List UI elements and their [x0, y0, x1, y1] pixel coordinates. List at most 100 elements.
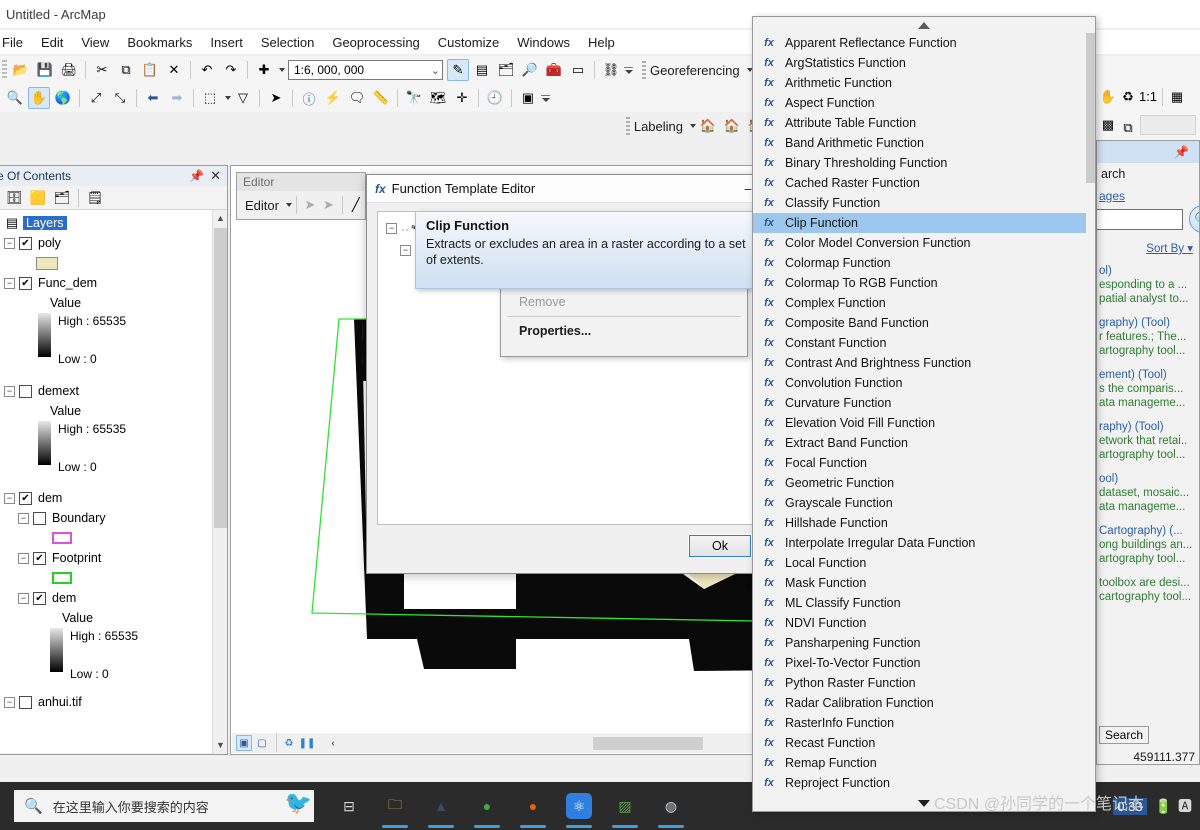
- collapse-icon[interactable]: −: [4, 277, 15, 289]
- arcmap-icon[interactable]: ▨: [602, 782, 648, 830]
- function-item-pixel-to-vector-function[interactable]: fx Pixel-To-Vector Function: [753, 653, 1095, 673]
- search-result-title[interactable]: ool): [1099, 472, 1197, 486]
- toc-sublayer-boundary[interactable]: − Boundary: [0, 508, 227, 528]
- function-item-ml-classify-function[interactable]: fx ML Classify Function: [753, 593, 1095, 613]
- search-result-item[interactable]: raphy) (Tool) etwork that retai.. artograp…: [1097, 415, 1199, 467]
- function-item-convolution-function[interactable]: fx Convolution Function: [753, 373, 1095, 393]
- toc-tree[interactable]: ▤ Layers − ✔ poly − ✔ Func_dem Value Hig…: [0, 210, 227, 753]
- collapse-icon[interactable]: −: [4, 237, 15, 249]
- layout-view-icon[interactable]: ▢: [254, 735, 270, 751]
- ok-button[interactable]: Ok: [688, 534, 752, 558]
- go-next-extent-icon[interactable]: ➡: [166, 87, 188, 109]
- fixed-zoom-out-icon[interactable]: ⤡: [109, 87, 131, 109]
- cat-app-icon[interactable]: ▲: [418, 782, 464, 830]
- function-item-extract-band-function[interactable]: fx Extract Band Function: [753, 433, 1095, 453]
- firefox-icon[interactable]: ●: [510, 782, 556, 830]
- search-result-item[interactable]: ol) esponding to a ... patial analyst to..…: [1097, 259, 1199, 311]
- create-viewer-icon[interactable]: ▣: [517, 87, 539, 109]
- hyperlink-icon[interactable]: ⚡: [322, 87, 344, 109]
- function-item-rasterinfo-function[interactable]: fx RasterInfo Function: [753, 713, 1095, 733]
- search-result-title[interactable]: graphy) (Tool): [1099, 316, 1197, 330]
- function-item-apparent-reflectance-function[interactable]: fx Apparent Reflectance Function: [753, 33, 1095, 53]
- function-item-cached-raster-function[interactable]: fx Cached Raster Function: [753, 173, 1095, 193]
- function-item-hillshade-function[interactable]: fx Hillshade Function: [753, 513, 1095, 533]
- scrollbar-thumb[interactable]: [214, 228, 227, 528]
- copy-icon[interactable]: ⧉: [115, 59, 137, 81]
- search-tab[interactable]: Search: [1099, 726, 1150, 744]
- function-item-contrast-and-brightness-function[interactable]: fx Contrast And Brightness Function: [753, 353, 1095, 373]
- pin-icon[interactable]: 📌: [1174, 145, 1189, 159]
- select-features-dropdown-icon[interactable]: [225, 96, 231, 100]
- collapse-icon[interactable]: −: [18, 552, 29, 564]
- sort-by-control[interactable]: Sort By ▾: [1146, 241, 1193, 255]
- search-window-icon[interactable]: 🔎: [519, 59, 541, 81]
- print-icon[interactable]: 🖨: [58, 59, 80, 81]
- menu-item-properties[interactable]: Properties...: [501, 320, 747, 342]
- select-features-icon[interactable]: ⬚: [199, 87, 221, 109]
- function-item-elevation-void-fill-function[interactable]: fx Elevation Void Fill Function: [753, 413, 1095, 433]
- task-view-icon[interactable]: ⊟: [326, 782, 372, 830]
- fixed-zoom-in-icon[interactable]: ⤢: [85, 87, 107, 109]
- search-results-list[interactable]: ol) esponding to a ... patial analyst to..…: [1097, 259, 1199, 720]
- redo-icon[interactable]: ↷: [220, 59, 242, 81]
- menu-item-selection[interactable]: Selection: [252, 33, 323, 52]
- paste-icon[interactable]: 📋: [139, 59, 161, 81]
- find-route-icon[interactable]: 🗺: [427, 87, 449, 109]
- arccatalog-icon[interactable]: ◍: [648, 782, 694, 830]
- one-to-one-icon[interactable]: 1:1: [1139, 87, 1157, 107]
- function-item-interpolate-irregular-data-function[interactable]: fx Interpolate Irregular Data Function: [753, 533, 1095, 553]
- function-item-ndvi-function[interactable]: fx NDVI Function: [753, 613, 1095, 633]
- python-window-icon[interactable]: ▭: [567, 59, 589, 81]
- menu-item-file[interactable]: File: [0, 33, 32, 52]
- save-icon[interactable]: 💾: [34, 59, 56, 81]
- time-slider-icon[interactable]: 🕘: [484, 87, 506, 109]
- pan-icon[interactable]: ✋: [1099, 87, 1117, 107]
- go-back-extent-icon[interactable]: ⬅: [142, 87, 164, 109]
- data-view-icon[interactable]: ▣: [236, 735, 252, 751]
- search-input[interactable]: [1097, 209, 1183, 230]
- catalog-icon[interactable]: 🗂: [495, 59, 517, 81]
- layer-visibility-checkbox[interactable]: ✔: [19, 491, 32, 505]
- collapse-icon[interactable]: −: [400, 245, 411, 256]
- labeling-menu-label[interactable]: Labeling: [630, 119, 687, 134]
- ximalaya-icon[interactable]: ⚛: [556, 782, 602, 830]
- search-result-item[interactable]: Cartography) (... ong buildings an... arto…: [1097, 519, 1199, 571]
- menu-item-windows[interactable]: Windows: [508, 33, 579, 52]
- function-item-grayscale-function[interactable]: fx Grayscale Function: [753, 493, 1095, 513]
- menu-item-insert[interactable]: Insert: [201, 33, 252, 52]
- list-by-selection-icon[interactable]: 🗒: [84, 187, 106, 209]
- function-item-classify-function[interactable]: fx Classify Function: [753, 193, 1095, 213]
- layer-visibility-checkbox[interactable]: ✔: [33, 591, 46, 605]
- search-result-title[interactable]: raphy) (Tool): [1099, 420, 1197, 434]
- toc-layer-demext[interactable]: − demext: [0, 381, 227, 401]
- search-result-item[interactable]: ement) (Tool) s the comparis... ata manage…: [1097, 363, 1199, 415]
- toc-layer-poly[interactable]: − ✔ poly: [0, 233, 227, 253]
- layer-visibility-checkbox[interactable]: ✔: [19, 276, 32, 290]
- open-icon[interactable]: 📂: [10, 59, 32, 81]
- scroll-down-icon[interactable]: ▼: [213, 737, 227, 753]
- tray-icon-1[interactable]: 🔋: [1155, 798, 1172, 815]
- layer-visibility-checkbox[interactable]: ✔: [19, 236, 32, 250]
- search-result-title[interactable]: ement) (Tool): [1099, 368, 1197, 382]
- toc-root-layers[interactable]: ▤ Layers: [0, 213, 227, 233]
- refresh-view-icon[interactable]: ♻: [281, 735, 297, 751]
- search-button[interactable]: 🔍: [1189, 205, 1199, 233]
- function-item-remap-function[interactable]: fx Remap Function: [753, 753, 1095, 773]
- straight-segment-icon[interactable]: ╱: [348, 194, 365, 216]
- delete-icon[interactable]: ✕: [163, 59, 185, 81]
- collapse-icon[interactable]: −: [4, 385, 15, 397]
- editor-dropdown-icon[interactable]: [285, 203, 292, 207]
- search-result-title[interactable]: Cartography) (...: [1099, 524, 1197, 538]
- function-item-colormap-function[interactable]: fx Colormap Function: [753, 253, 1095, 273]
- identify-icon[interactable]: ⓘ: [298, 87, 320, 109]
- toc-layer-func-dem[interactable]: − ✔ Func_dem: [0, 273, 227, 293]
- list-by-drawing-order-icon[interactable]: 🗄: [3, 187, 25, 209]
- pin-icon[interactable]: 📌: [189, 169, 204, 183]
- find-icon[interactable]: 🔭: [403, 87, 425, 109]
- function-item-aspect-function[interactable]: fx Aspect Function: [753, 93, 1095, 113]
- tray-icon-2[interactable]: 🅰: [1178, 796, 1192, 816]
- search-result-item[interactable]: ool) dataset, mosaic... ata manageme...: [1097, 467, 1199, 519]
- measure-icon[interactable]: 📏: [370, 87, 392, 109]
- close-icon[interactable]: ✕: [210, 168, 221, 184]
- collapse-icon[interactable]: −: [386, 223, 397, 234]
